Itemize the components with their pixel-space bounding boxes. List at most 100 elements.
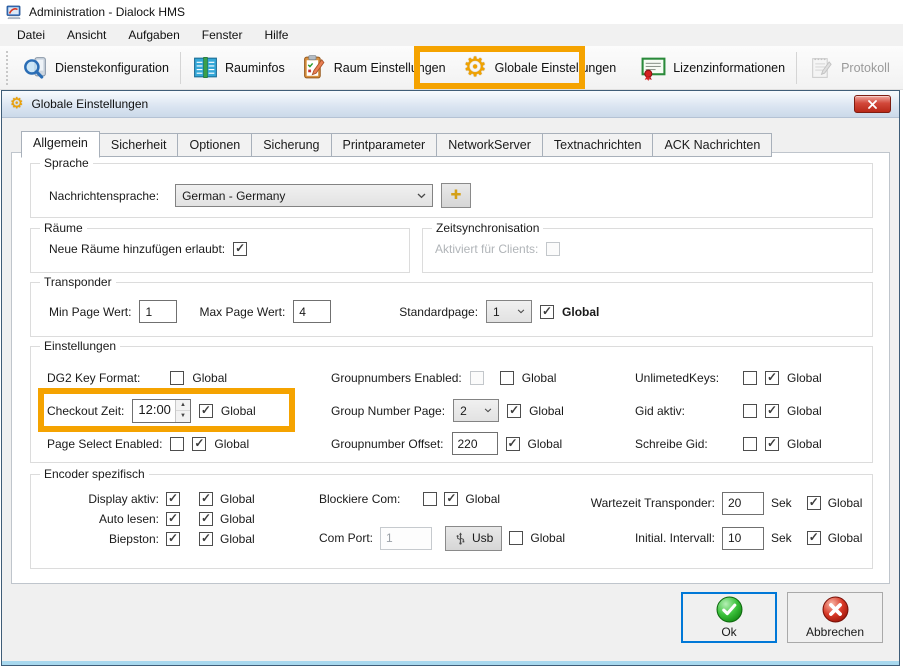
biepston-checkbox[interactable]	[166, 532, 180, 546]
blockiere-com-global-checkbox[interactable]	[444, 492, 458, 506]
neue-raeume-checkbox[interactable]	[233, 242, 247, 256]
plus-icon: ✚	[451, 188, 462, 203]
initial-global-checkbox[interactable]	[807, 531, 821, 545]
global-label: Global	[221, 404, 256, 418]
toolbar-button-dienstekonfiguration[interactable]: Dienstekonfiguration	[14, 50, 177, 85]
global-label: Global	[220, 492, 255, 506]
usb-icon	[454, 532, 467, 545]
tab-ack-nachrichten[interactable]: ACK Nachrichten	[652, 133, 772, 157]
group-number-page-select[interactable]: 2	[453, 399, 499, 422]
group-number-page-global-checkbox[interactable]	[507, 404, 521, 418]
spinner-up-icon[interactable]: ▲	[176, 400, 190, 412]
display-aktiv-label: Display aktiv:	[47, 492, 159, 506]
cancel-button-label: Abbrechen	[806, 625, 864, 639]
tab-printparameter[interactable]: Printparameter	[331, 133, 437, 157]
display-aktiv-global-checkbox[interactable]	[199, 492, 213, 506]
global-label: Global	[214, 437, 249, 451]
min-page-label: Min Page Wert:	[49, 305, 131, 319]
groupnumbers-row: Groupnumbers Enabled: Global	[331, 361, 564, 394]
auto-lesen-checkbox[interactable]	[166, 512, 180, 526]
page-select-checkbox[interactable]	[170, 437, 184, 451]
toolbar-button-raum-einstellungen[interactable]: Raum Einstellungen	[293, 50, 454, 85]
toolbar-button-lizenzinformationen[interactable]: Lizenzinformationen	[632, 50, 793, 85]
global-label: Global	[787, 437, 822, 451]
tab-allgemein[interactable]: Allgemein	[21, 131, 100, 158]
group-legend: Räume	[40, 221, 87, 235]
groupnumber-offset-input[interactable]: 220	[452, 432, 498, 455]
com-port-label: Com Port:	[319, 531, 373, 545]
groupnumbers-global-checkbox[interactable]	[500, 371, 514, 385]
service-config-icon	[22, 54, 49, 81]
close-button[interactable]	[854, 95, 891, 113]
dialog-titlebar: ⚙ Globale Einstellungen	[2, 91, 899, 118]
tab-optionen[interactable]: Optionen	[177, 133, 251, 157]
toolbar-button-protokoll[interactable]: Protokoll	[800, 50, 898, 85]
menu-aufgaben[interactable]: Aufgaben	[117, 26, 190, 44]
group-legend: Einstellungen	[40, 339, 120, 353]
wartezeit-global-checkbox[interactable]	[807, 496, 821, 510]
tab-textnachrichten[interactable]: Textnachrichten	[542, 133, 653, 157]
tabpage-allgemein: Sprache Nachrichtensprache: German - Ger…	[11, 152, 890, 584]
window-titlebar: Administration - Dialock HMS	[0, 0, 903, 24]
groupnumbers-label: Groupnumbers Enabled:	[331, 371, 462, 385]
max-page-label: Max Page Wert:	[199, 305, 285, 319]
toolbar-button-globale-einstellungen[interactable]: ⚙ Globale Einstellungen	[454, 50, 625, 85]
usb-button-label: Usb	[472, 531, 493, 545]
tab-networkserver[interactable]: NetworkServer	[436, 133, 542, 157]
standardpage-global-checkbox[interactable]	[540, 305, 554, 319]
unlimetedkeys-row: UnlimetedKeys: Global	[635, 361, 822, 394]
auto-lesen-global-checkbox[interactable]	[199, 512, 213, 526]
wartezeit-input[interactable]: 20	[722, 492, 764, 515]
max-page-input[interactable]: 4	[293, 300, 331, 323]
menu-datei[interactable]: Datei	[6, 26, 56, 44]
standardpage-select[interactable]: 1	[486, 300, 532, 323]
page-select-global-checkbox[interactable]	[192, 437, 206, 451]
tab-sicherung[interactable]: Sicherung	[251, 133, 330, 157]
dg2-global-checkbox[interactable]	[170, 371, 184, 385]
menu-hilfe[interactable]: Hilfe	[253, 26, 299, 44]
blockiere-com-checkbox[interactable]	[423, 492, 437, 506]
chevron-down-icon	[484, 408, 492, 413]
checkout-time-spinner[interactable]: 12:00 ▲ ▼	[132, 399, 191, 423]
checkout-global-checkbox[interactable]	[199, 404, 213, 418]
usb-toggle-button[interactable]: Usb	[445, 526, 502, 551]
chevron-down-icon	[417, 193, 426, 199]
aktiviert-clients-label: Aktiviert für Clients:	[435, 242, 538, 256]
wartezeit-row: Wartezeit Transponder: 20 Sek Global	[571, 491, 862, 515]
group-number-page-value: 2	[460, 404, 467, 418]
groupnumber-offset-row: Groupnumber Offset: 220 Global	[331, 427, 564, 460]
spinner-down-icon[interactable]: ▼	[176, 411, 190, 422]
unlimetedkeys-global-checkbox[interactable]	[765, 371, 779, 385]
schreibe-gid-checkbox[interactable]	[743, 437, 757, 451]
global-label: Global	[220, 532, 255, 546]
group-transponder: Transponder Min Page Wert: 1 Max Page We…	[30, 282, 873, 337]
unlimetedkeys-label: UnlimetedKeys:	[635, 371, 735, 385]
cancel-button[interactable]: Abbrechen	[787, 592, 883, 643]
language-select[interactable]: German - Germany	[175, 184, 433, 207]
toolbar-button-rauminfos[interactable]: Rauminfos	[184, 50, 293, 85]
min-page-input[interactable]: 1	[139, 300, 177, 323]
com-port-global-checkbox[interactable]	[509, 531, 523, 545]
menu-ansicht[interactable]: Ansicht	[56, 26, 117, 44]
unlimetedkeys-checkbox[interactable]	[743, 371, 757, 385]
group-number-page-label: Group Number Page:	[331, 404, 445, 418]
gid-aktiv-global-checkbox[interactable]	[765, 404, 779, 418]
groupnumber-offset-global-checkbox[interactable]	[506, 437, 520, 451]
tab-sicherheit[interactable]: Sicherheit	[100, 133, 178, 157]
com-port-row: Com Port: 1 Usb Global	[319, 525, 565, 551]
initial-intervall-input[interactable]: 10	[722, 527, 764, 550]
gid-aktiv-checkbox[interactable]	[743, 404, 757, 418]
biepston-global-checkbox[interactable]	[199, 532, 213, 546]
add-language-button[interactable]: ✚	[441, 183, 471, 208]
dg2-label: DG2 Key Format:	[47, 371, 140, 385]
checkout-time-value[interactable]: 12:00	[133, 400, 175, 422]
blockiere-com-row: Blockiere Com: Global	[319, 489, 565, 509]
com-port-input: 1	[380, 527, 432, 550]
menu-fenster[interactable]: Fenster	[191, 26, 254, 44]
checkout-zeit-label: Checkout Zeit:	[47, 404, 124, 418]
gid-aktiv-row: Gid aktiv: Global	[635, 394, 822, 427]
schreibe-gid-global-checkbox[interactable]	[765, 437, 779, 451]
ok-button[interactable]: Ok	[681, 592, 777, 643]
aktiviert-clients-checkbox	[546, 242, 560, 256]
display-aktiv-checkbox[interactable]	[166, 492, 180, 506]
